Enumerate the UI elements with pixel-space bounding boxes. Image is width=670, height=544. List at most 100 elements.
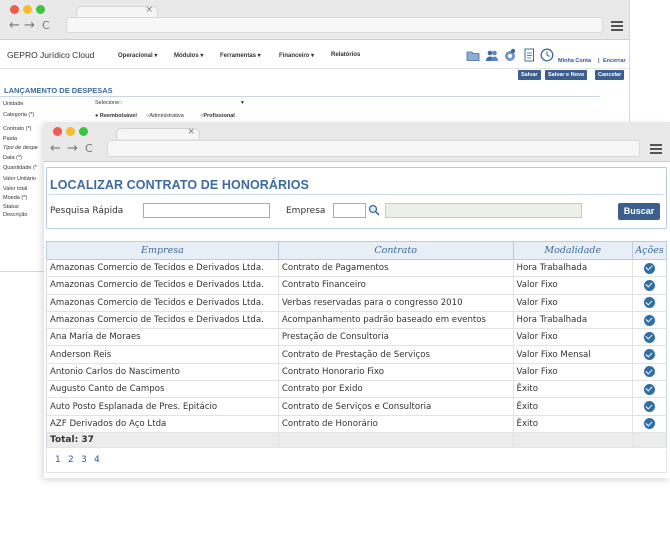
back-arrow-icon[interactable]: ← bbox=[50, 141, 61, 156]
address-bar[interactable] bbox=[66, 17, 603, 33]
unidade-select[interactable]: Selecione:: ▼ bbox=[95, 100, 247, 108]
my-account-link[interactable]: Minha Conta bbox=[558, 58, 591, 64]
menu-relatorios[interactable]: Relatórios bbox=[331, 52, 360, 58]
page-link-4[interactable]: 4 bbox=[94, 455, 100, 465]
tab-close-icon[interactable]: × bbox=[187, 127, 195, 137]
select-check-icon[interactable] bbox=[644, 297, 656, 309]
table-row[interactable]: Anderson Reis Contrato de Prestação de Se… bbox=[46, 345, 667, 364]
cell-modalidade: Valor Fixo bbox=[512, 328, 633, 347]
label-tipo: Tipo de despe bbox=[3, 145, 38, 151]
menu-modulos[interactable]: Módulos ▾ bbox=[174, 52, 203, 59]
save-button[interactable]: Salvar bbox=[518, 70, 541, 80]
close-dot-icon[interactable] bbox=[10, 5, 19, 14]
label-quantidade: Quantidade (* bbox=[3, 165, 37, 171]
minimize-dot-icon[interactable] bbox=[23, 5, 32, 14]
page-link-3[interactable]: 3 bbox=[81, 455, 87, 465]
select-check-icon[interactable] bbox=[644, 262, 656, 274]
select-check-icon[interactable] bbox=[644, 366, 656, 378]
cell-contrato: Verbas reservadas para o congresso 2010 bbox=[277, 294, 514, 312]
column-header-modalidade[interactable]: Modalidade bbox=[512, 241, 634, 260]
select-check-icon[interactable] bbox=[644, 314, 656, 326]
page-link-1[interactable]: 1 bbox=[55, 455, 61, 465]
brand-name[interactable]: GEPRO Jurídico Cloud bbox=[7, 50, 94, 60]
empresa-name-field bbox=[385, 203, 582, 218]
cell-empresa: AZF Derivados do Aço Ltda bbox=[46, 415, 279, 433]
select-check-icon[interactable] bbox=[644, 418, 656, 430]
table-row[interactable]: Augusto Canto de Campos Contrato por Exid… bbox=[46, 380, 667, 399]
close-dot-icon[interactable] bbox=[53, 127, 62, 136]
page-link-2[interactable]: 2 bbox=[68, 455, 74, 465]
reload-icon[interactable]: C bbox=[85, 142, 93, 155]
hamburger-menu-icon[interactable] bbox=[611, 21, 623, 31]
gear-icon[interactable] bbox=[503, 48, 517, 62]
column-header-acoes: Ações bbox=[632, 241, 667, 260]
cell-contrato: Acompanhamento padrão baseado em eventos bbox=[277, 311, 514, 330]
address-bar[interactable] bbox=[107, 140, 640, 157]
cell-contrato: Contrato de Honorário bbox=[277, 415, 514, 433]
search-button[interactable]: Buscar bbox=[618, 203, 660, 220]
save-new-button[interactable]: Salvar e Novo bbox=[545, 70, 588, 80]
label-categoria: Categoria (*) bbox=[3, 112, 35, 118]
minimize-dot-icon[interactable] bbox=[66, 127, 75, 136]
select-check-icon[interactable] bbox=[644, 383, 656, 395]
cell-empresa: Anderson Reis bbox=[46, 345, 279, 364]
select-check-icon[interactable] bbox=[644, 279, 656, 291]
menu-financeiro[interactable]: Financeiro ▾ bbox=[279, 52, 314, 59]
column-header-empresa[interactable]: Empresa bbox=[46, 241, 279, 260]
table-row[interactable]: Amazonas Comercio de Tecidos e Derivados… bbox=[46, 259, 667, 278]
label-valor-unitario: Valor Unitário bbox=[3, 176, 36, 182]
reload-icon[interactable]: C bbox=[42, 19, 50, 32]
maximize-dot-icon[interactable] bbox=[36, 5, 45, 14]
menu-ferramentas[interactable]: Ferramentas ▾ bbox=[220, 52, 261, 59]
page-title: LOCALIZAR CONTRATO DE HONORÁRIOS bbox=[50, 178, 309, 192]
table-row[interactable]: Antonio Carlos do Nascimento Contrato Hon… bbox=[46, 363, 667, 382]
document-icon[interactable] bbox=[522, 48, 536, 62]
radio-profissional[interactable]: ○Profissional bbox=[200, 113, 235, 119]
tab-close-icon[interactable]: × bbox=[145, 5, 153, 15]
cell-acoes bbox=[632, 259, 667, 278]
label-valor-total: Valor total bbox=[3, 186, 28, 192]
browser-tab[interactable]: × bbox=[76, 5, 158, 17]
table-row[interactable]: Auto Posto Esplanada de Pres. Epitácio Co… bbox=[46, 397, 667, 416]
users-icon[interactable] bbox=[485, 48, 499, 62]
column-header-contrato[interactable]: Contrato bbox=[277, 241, 514, 260]
table-row[interactable]: Amazonas Comercio de Tecidos e Derivados… bbox=[46, 276, 667, 295]
maximize-dot-icon[interactable] bbox=[79, 127, 88, 136]
cell-contrato: Contrato de Prestação de Serviços bbox=[277, 345, 514, 364]
logout-link[interactable]: Encerrar bbox=[603, 58, 626, 64]
search-icon[interactable] bbox=[368, 204, 380, 216]
browser-chrome: × ← → C bbox=[0, 0, 629, 40]
cell-contrato: Contrato de Serviços e Consultoria bbox=[277, 397, 514, 416]
menu-operacional[interactable]: Operacional ▾ bbox=[118, 52, 157, 59]
browser-tab[interactable]: × bbox=[116, 127, 200, 139]
radio-administrativa[interactable]: ○Administrativa bbox=[146, 113, 184, 119]
forward-arrow-icon[interactable]: → bbox=[67, 141, 78, 156]
table-header-row: Empresa Contrato Modalidade Ações bbox=[46, 241, 667, 260]
cell-empresa: Antonio Carlos do Nascimento bbox=[46, 363, 279, 382]
label-moeda: Moeda (*) bbox=[3, 195, 28, 201]
select-check-icon[interactable] bbox=[644, 401, 656, 413]
folder-icon[interactable] bbox=[466, 48, 480, 62]
hamburger-menu-icon[interactable] bbox=[650, 144, 662, 154]
label-contrato: Contrato (*) bbox=[3, 126, 32, 132]
radio-reembolsavel-label: Reembolsável bbox=[99, 113, 137, 119]
table-row[interactable]: AZF Derivados do Aço Ltda Contrato de Hon… bbox=[46, 415, 667, 433]
table-row[interactable]: Amazonas Comercio de Tecidos e Derivados… bbox=[46, 294, 667, 312]
forward-arrow-icon[interactable]: → bbox=[24, 18, 35, 33]
radio-administrativa-label: Administrativa bbox=[149, 113, 184, 119]
clock-icon[interactable] bbox=[540, 48, 554, 62]
back-arrow-icon[interactable]: ← bbox=[9, 18, 20, 33]
cell-contrato: Contrato de Pagamentos bbox=[277, 259, 514, 278]
empresa-code-input[interactable] bbox=[333, 203, 366, 218]
cancel-button[interactable]: Cancelar bbox=[595, 70, 625, 80]
radio-reembolsavel[interactable]: ● Reembolsável bbox=[95, 113, 137, 119]
select-check-icon[interactable] bbox=[644, 331, 656, 343]
select-check-icon[interactable] bbox=[644, 349, 656, 361]
table-row[interactable]: Ana Maria de Moraes Prestação de Consulto… bbox=[46, 328, 667, 347]
cell-modalidade: Êxito bbox=[512, 397, 633, 416]
browser-window-front: × ← → C LOCALIZAR CONTRATO DE HONORÁRIOS… bbox=[44, 122, 670, 478]
cell-empresa: Auto Posto Esplanada de Pres. Epitácio bbox=[46, 397, 279, 416]
quick-search-input[interactable] bbox=[143, 203, 270, 218]
cell-acoes bbox=[632, 380, 667, 399]
table-row[interactable]: Amazonas Comercio de Tecidos e Derivados… bbox=[46, 311, 667, 330]
